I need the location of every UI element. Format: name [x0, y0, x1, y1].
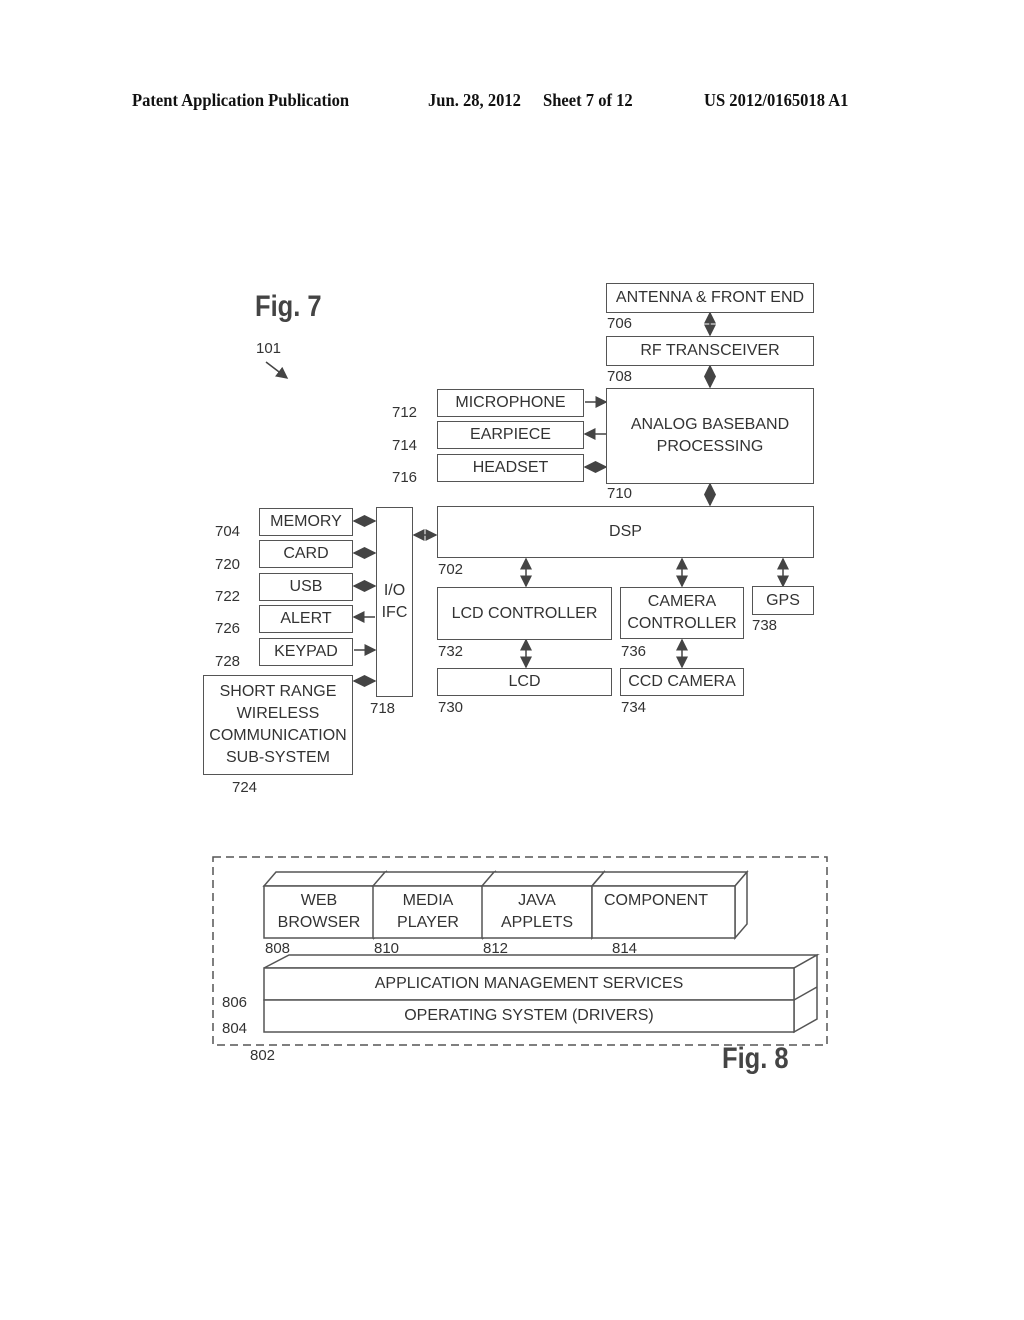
lcd-controller-block: LCD CONTROLLER	[437, 587, 612, 640]
antenna-front-end-block: ANTENNA & FRONT END	[606, 283, 814, 313]
dsp-ref: 702	[438, 561, 464, 578]
web-browser-label: WEB BROWSER	[277, 892, 361, 931]
keypad-ref: 728	[215, 653, 241, 670]
media-player-ref: 810	[374, 940, 400, 957]
keypad-block: KEYPAD	[259, 638, 353, 666]
fig7-title: Fig. 7	[255, 290, 322, 323]
antenna-ref: 706	[607, 315, 633, 332]
java-applets-ref: 812	[483, 940, 509, 957]
camera-controller-block: CAMERA CONTROLLER	[620, 587, 744, 639]
lcd-block: LCD	[437, 668, 612, 696]
memory-block: MEMORY	[259, 508, 353, 536]
dsp-block: DSP	[437, 506, 814, 558]
headset-block: HEADSET	[437, 454, 584, 482]
usb-block: USB	[259, 573, 353, 601]
earpiece-ref: 714	[392, 437, 418, 454]
rf-transceiver-block: RF TRANSCEIVER	[606, 336, 814, 366]
ams-ref: 806	[222, 994, 248, 1011]
fig8-title: Fig. 8	[722, 1042, 789, 1075]
lcd-controller-ref: 732	[438, 643, 464, 660]
analog-baseband-block: ANALOG BASEBAND PROCESSING	[606, 388, 814, 484]
lcd-ref: 730	[438, 699, 464, 716]
camera-controller-ref: 736	[621, 643, 647, 660]
component-ref: 814	[612, 940, 638, 957]
microphone-ref: 712	[392, 404, 418, 421]
alert-block: ALERT	[259, 605, 353, 633]
alert-ref: 726	[215, 620, 241, 637]
io-ifc-block: I/O IFC	[376, 507, 413, 697]
application-management-services-label: APPLICATION MANAGEMENT SERVICES	[374, 975, 684, 992]
media-player-label: MEDIA PLAYER	[397, 892, 459, 931]
device-pointer-arrow	[265, 361, 289, 379]
microphone-block: MICROPHONE	[437, 389, 584, 417]
io-ref: 718	[370, 700, 396, 717]
memory-ref: 704	[215, 523, 241, 540]
rf-ref: 708	[607, 368, 633, 385]
earpiece-block: EARPIECE	[437, 421, 584, 449]
ccd-camera-ref: 734	[621, 699, 647, 716]
container-ref: 802	[250, 1047, 276, 1064]
headset-ref: 716	[392, 469, 418, 486]
web-browser-ref: 808	[265, 940, 291, 957]
device-ref: 101	[256, 340, 282, 357]
short-range-ref: 724	[232, 779, 258, 796]
connector-layer	[212, 311, 828, 1046]
ccd-camera-block: CCD CAMERA	[620, 668, 744, 696]
short-range-wireless-block: SHORT RANGE WIRELESS COMMUNICATION SUB-S…	[203, 675, 353, 775]
analog-ref: 710	[607, 485, 633, 502]
java-applets-label: JAVA APPLETS	[500, 892, 574, 931]
card-block: CARD	[259, 540, 353, 568]
gps-block: GPS	[752, 586, 814, 615]
component-label: COMPONENT	[604, 892, 708, 909]
os-ref: 804	[222, 1020, 248, 1037]
operating-system-label: OPERATING SYSTEM (DRIVERS)	[404, 1007, 654, 1024]
gps-ref: 738	[752, 617, 778, 634]
card-ref: 720	[215, 556, 241, 573]
usb-ref: 722	[215, 588, 241, 605]
